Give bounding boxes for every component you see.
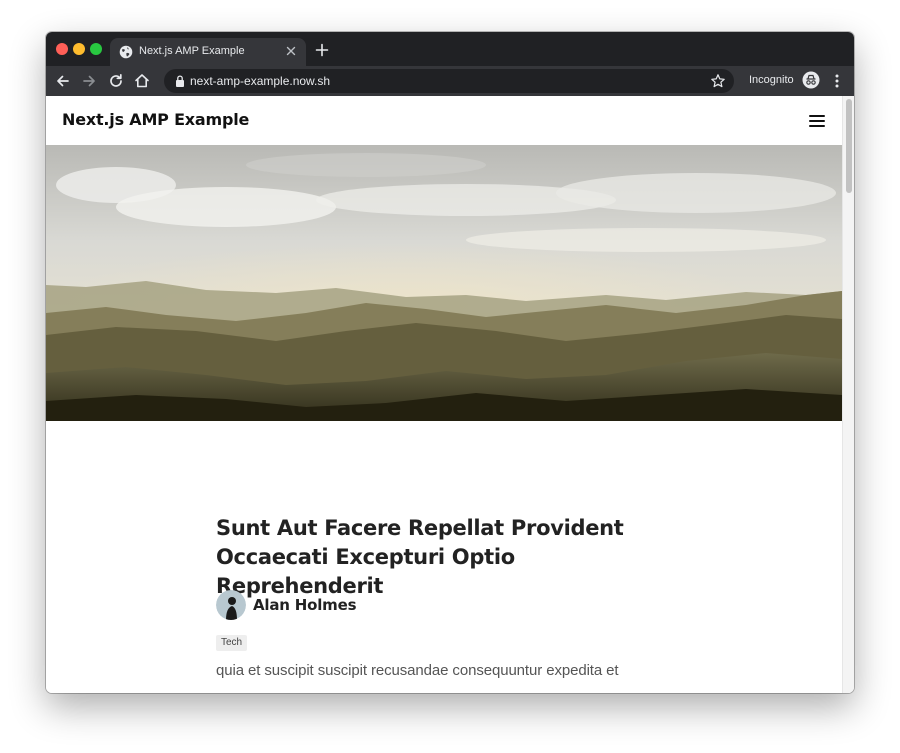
address-bar[interactable]: next-amp-example.now.sh xyxy=(164,69,734,93)
author-name[interactable]: Alan Holmes xyxy=(253,596,357,614)
incognito-label[interactable]: Incognito xyxy=(749,74,794,86)
reload-icon[interactable] xyxy=(107,72,125,90)
page-viewport[interactable]: Next.js AMP Example Sunt Aut Facere Repe… xyxy=(46,96,854,693)
avatar xyxy=(216,590,246,620)
globe-icon xyxy=(119,45,133,59)
page-scrollbar[interactable] xyxy=(842,96,854,693)
post-excerpt: quia et suscipit suscipit recusandae con… xyxy=(216,662,619,679)
minimize-window-button[interactable] xyxy=(73,43,85,55)
new-tab-icon[interactable] xyxy=(314,42,330,58)
site-title[interactable]: Next.js AMP Example xyxy=(62,110,249,129)
zoom-window-button[interactable] xyxy=(90,43,102,55)
close-window-button[interactable] xyxy=(56,43,68,55)
browser-toolbar: next-amp-example.now.sh Incognito xyxy=(46,66,854,96)
home-icon[interactable] xyxy=(133,72,151,90)
lock-icon xyxy=(176,75,184,87)
browser-window: Next.js AMP Example next-amp-example.now… xyxy=(46,32,854,693)
tab-active[interactable]: Next.js AMP Example xyxy=(110,38,306,66)
url-text[interactable]: next-amp-example.now.sh xyxy=(190,74,330,88)
browser-menu-icon[interactable] xyxy=(831,72,843,90)
bookmark-star-icon[interactable] xyxy=(710,73,726,89)
close-tab-icon[interactable] xyxy=(284,44,298,58)
post-title[interactable]: Sunt Aut Facere Repellat Provident Occae… xyxy=(216,514,686,601)
incognito-icon[interactable] xyxy=(802,71,820,89)
tab-strip: Next.js AMP Example xyxy=(46,32,854,66)
tab-title: Next.js AMP Example xyxy=(139,45,245,57)
hero-image xyxy=(46,145,842,421)
hamburger-icon[interactable] xyxy=(809,114,825,128)
back-arrow-icon[interactable] xyxy=(54,72,72,90)
forward-arrow-icon[interactable] xyxy=(80,72,98,90)
scrollbar-thumb[interactable] xyxy=(846,99,852,193)
tag-badge[interactable]: Tech xyxy=(216,635,248,651)
